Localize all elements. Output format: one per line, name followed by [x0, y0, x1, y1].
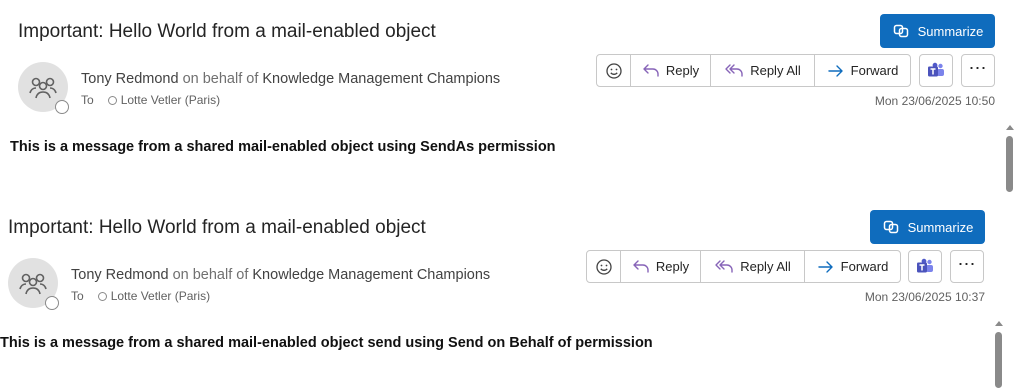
- recipients-line: To Lotte Vetler (Paris): [71, 289, 210, 303]
- more-options-button[interactable]: ⋯: [950, 250, 984, 283]
- presence-indicator: [55, 100, 69, 114]
- avatar-group-icon: [29, 77, 57, 99]
- recipients-line: To Lotte Vetler (Paris): [81, 93, 220, 107]
- summarize-button[interactable]: Summarize: [880, 14, 995, 48]
- scrollbar-thumb[interactable]: [1006, 136, 1013, 192]
- forward-button[interactable]: Forward: [804, 251, 900, 282]
- reply-all-button[interactable]: Reply All: [700, 251, 804, 282]
- summarize-label: Summarize: [917, 23, 984, 39]
- presence-indicator: [45, 296, 59, 310]
- on-behalf-name[interactable]: Knowledge Management Champions: [252, 267, 490, 283]
- recipient-presence-icon: [107, 95, 117, 105]
- teams-share-button[interactable]: [919, 54, 953, 87]
- reply-label: Reply: [655, 259, 690, 274]
- recipient-name[interactable]: Lotte Vetler (Paris): [121, 93, 220, 107]
- reply-icon: [643, 63, 659, 77]
- sender-line: Tony Redmond on behalf of Knowledge Mana…: [71, 267, 490, 283]
- avatar-group-icon: [19, 273, 47, 295]
- reply-button[interactable]: Reply: [630, 55, 710, 86]
- teams-share-button[interactable]: [908, 250, 942, 283]
- recipient-name[interactable]: Lotte Vetler (Paris): [111, 289, 210, 303]
- reply-all-icon: [725, 63, 743, 77]
- message-action-bar: Reply Reply All Forward: [596, 54, 911, 87]
- on-behalf-text: on behalf of: [182, 71, 259, 87]
- teams-icon: [917, 258, 933, 272]
- forward-button[interactable]: Forward: [814, 55, 910, 86]
- forward-icon: [817, 260, 833, 273]
- message-2: Important: Hello World from a mail-enabl…: [0, 196, 1024, 390]
- more-icon: ⋯: [968, 57, 988, 78]
- forward-icon: [827, 64, 843, 77]
- sender-name[interactable]: Tony Redmond: [71, 267, 169, 283]
- message-date: Mon 23/06/2025 10:50: [874, 94, 995, 108]
- message-action-bar: Reply Reply All Forward: [586, 250, 901, 283]
- to-label: To: [71, 289, 84, 303]
- teams-icon: [928, 62, 944, 76]
- sender-line: Tony Redmond on behalf of Knowledge Mana…: [81, 71, 500, 87]
- reply-all-button[interactable]: Reply All: [710, 55, 814, 86]
- message-subject: Important: Hello World from a mail-enabl…: [8, 217, 426, 238]
- react-button[interactable]: [587, 251, 620, 282]
- recipient-presence-icon: [97, 291, 107, 301]
- message-body: This is a message from a shared mail-ena…: [10, 139, 556, 155]
- summarize-icon: [883, 220, 898, 234]
- on-behalf-text: on behalf of: [172, 267, 249, 283]
- on-behalf-name[interactable]: Knowledge Management Champions: [262, 71, 500, 87]
- scrollbar-thumb[interactable]: [995, 332, 1002, 388]
- message-date: Mon 23/06/2025 10:37: [864, 290, 985, 304]
- message-body: This is a message from a shared mail-ena…: [0, 335, 653, 351]
- react-button[interactable]: [597, 55, 630, 86]
- summarize-label: Summarize: [907, 219, 974, 235]
- reply-all-label: Reply All: [750, 63, 801, 78]
- message-1: Important: Hello World from a mail-enabl…: [0, 0, 1024, 194]
- reply-all-label: Reply All: [740, 259, 791, 274]
- sender-name[interactable]: Tony Redmond: [81, 71, 179, 87]
- message-subject: Important: Hello World from a mail-enabl…: [18, 21, 436, 42]
- emoji-icon: [595, 258, 612, 275]
- scroll-up-arrow[interactable]: [995, 321, 1003, 326]
- reply-label: Reply: [665, 63, 700, 78]
- reply-icon: [633, 259, 649, 273]
- summarize-icon: [893, 24, 908, 38]
- reply-button[interactable]: Reply: [620, 251, 700, 282]
- to-label: To: [81, 93, 94, 107]
- scroll-up-arrow[interactable]: [1006, 125, 1014, 130]
- emoji-icon: [605, 62, 622, 79]
- summarize-button[interactable]: Summarize: [870, 210, 985, 244]
- more-options-button[interactable]: ⋯: [961, 54, 995, 87]
- forward-label: Forward: [850, 63, 899, 78]
- more-icon: ⋯: [957, 253, 977, 274]
- forward-label: Forward: [840, 259, 889, 274]
- reply-all-icon: [715, 259, 733, 273]
